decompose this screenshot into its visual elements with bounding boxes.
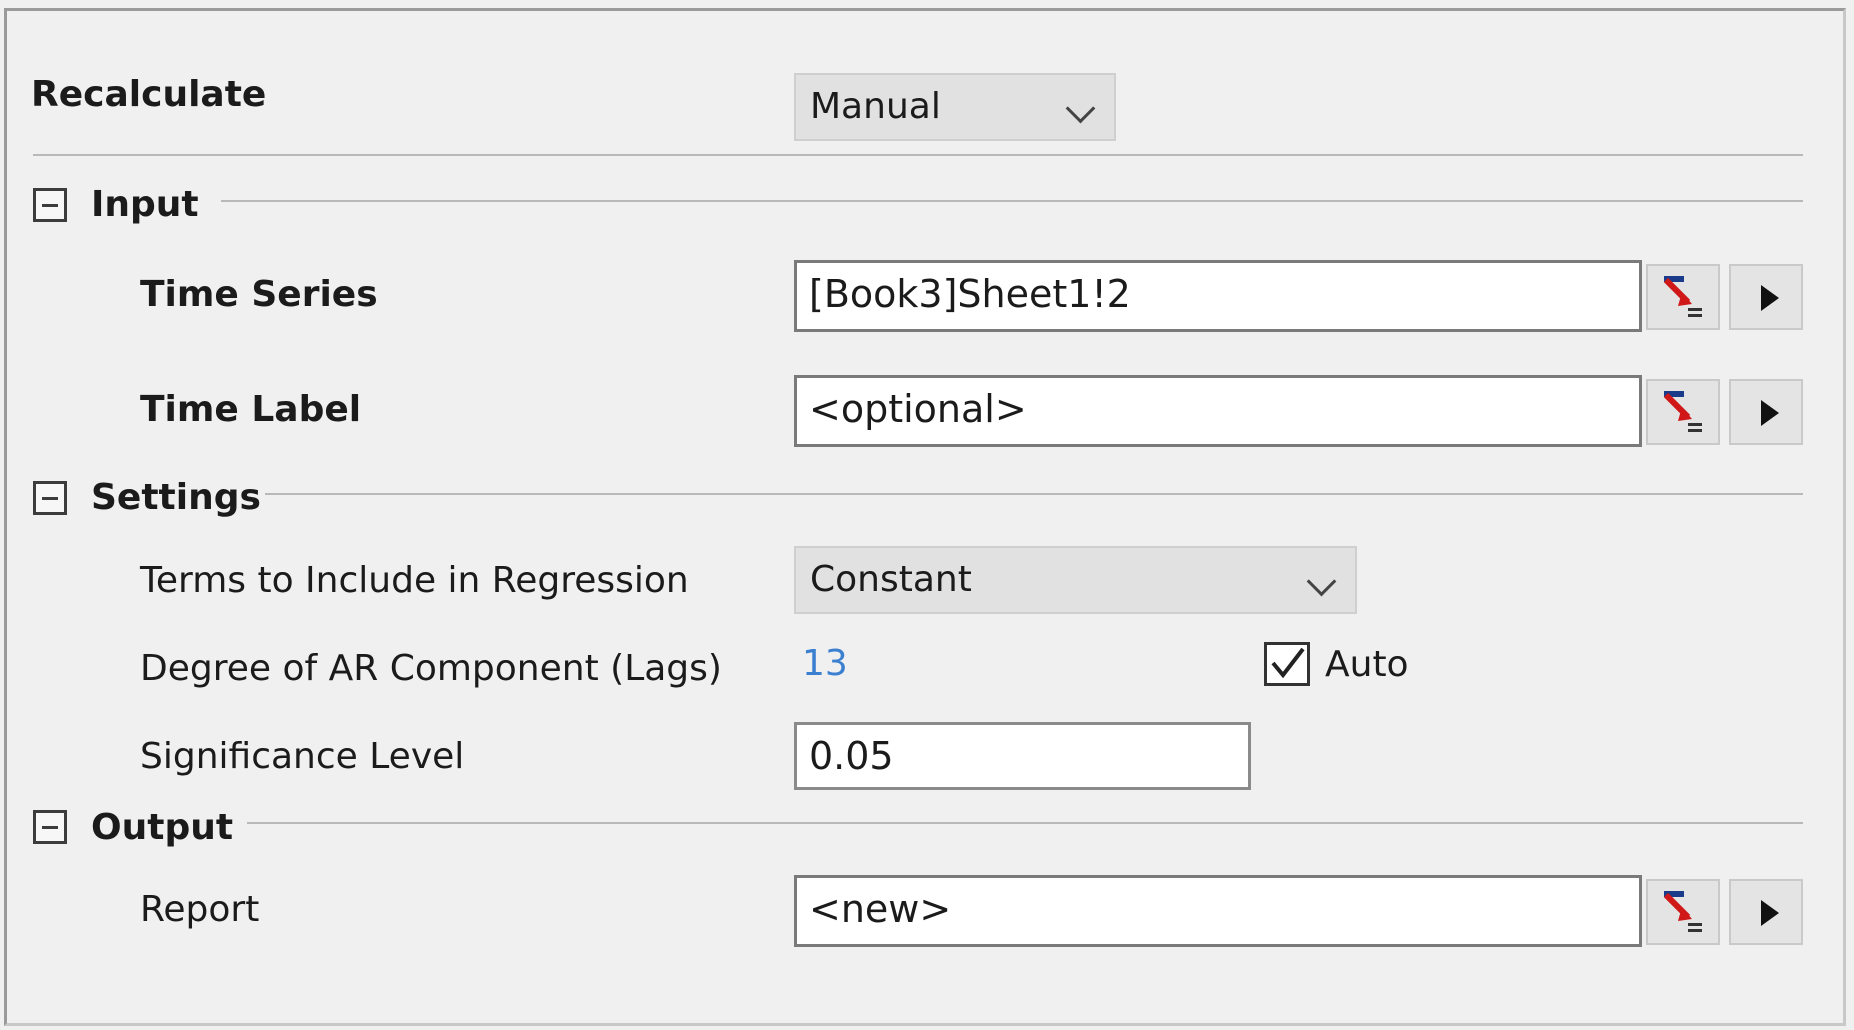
time-series-range-select-button[interactable]: [1646, 264, 1720, 330]
time-label-input[interactable]: <optional>: [794, 375, 1642, 447]
triangle-right-icon: [1761, 285, 1779, 311]
report-menu-button[interactable]: [1729, 879, 1803, 945]
recalculate-label: Recalculate: [31, 74, 267, 115]
report-input[interactable]: <new>: [794, 875, 1642, 947]
time-label-range-select-button[interactable]: [1646, 379, 1720, 445]
time-label-label: Time Label: [140, 389, 362, 430]
output-collapse-icon[interactable]: [33, 810, 67, 844]
time-series-menu-button[interactable]: [1729, 264, 1803, 330]
settings-collapse-icon[interactable]: [33, 481, 67, 515]
terms-dropdown[interactable]: Constant: [794, 546, 1357, 614]
auto-label: Auto: [1325, 644, 1409, 685]
output-section-divider: [247, 822, 1803, 824]
dialog-panel: Recalculate Manual Input Time Series [Bo…: [4, 8, 1846, 1026]
range-select-icon: [1663, 276, 1702, 317]
chevron-down-icon: [1065, 93, 1096, 124]
terms-label: Terms to Include in Regression: [140, 560, 689, 601]
input-collapse-icon[interactable]: [33, 188, 67, 222]
range-select-icon: [1663, 391, 1702, 432]
chevron-down-icon: [1306, 566, 1337, 597]
triangle-right-icon: [1761, 400, 1779, 426]
settings-section-divider: [265, 493, 1803, 495]
recalculate-value: Manual: [810, 86, 941, 127]
report-value: <new>: [809, 887, 952, 931]
auto-checkbox[interactable]: [1264, 642, 1310, 686]
output-section-title: Output: [91, 807, 234, 848]
terms-value: Constant: [810, 559, 972, 600]
time-label-value: <optional>: [809, 387, 1027, 431]
input-section-divider: [221, 200, 1803, 202]
input-section-title: Input: [91, 184, 199, 225]
settings-section-title: Settings: [91, 477, 261, 518]
significance-value: 0.05: [809, 734, 894, 778]
triangle-right-icon: [1761, 900, 1779, 926]
time-series-label: Time Series: [140, 274, 378, 315]
time-series-value: [Book3]Sheet1!2: [809, 272, 1131, 316]
degree-value[interactable]: 13: [802, 642, 848, 686]
degree-label: Degree of AR Component (Lags): [140, 648, 722, 689]
range-select-icon: [1663, 891, 1702, 932]
significance-label: Significance Level: [140, 736, 465, 777]
time-label-menu-button[interactable]: [1729, 379, 1803, 445]
report-label: Report: [140, 889, 260, 930]
divider: [33, 154, 1803, 156]
checkmark-icon: [1271, 647, 1305, 679]
significance-input[interactable]: 0.05: [794, 722, 1251, 790]
recalculate-dropdown[interactable]: Manual: [794, 73, 1116, 141]
report-range-select-button[interactable]: [1646, 879, 1720, 945]
time-series-input[interactable]: [Book3]Sheet1!2: [794, 260, 1642, 332]
